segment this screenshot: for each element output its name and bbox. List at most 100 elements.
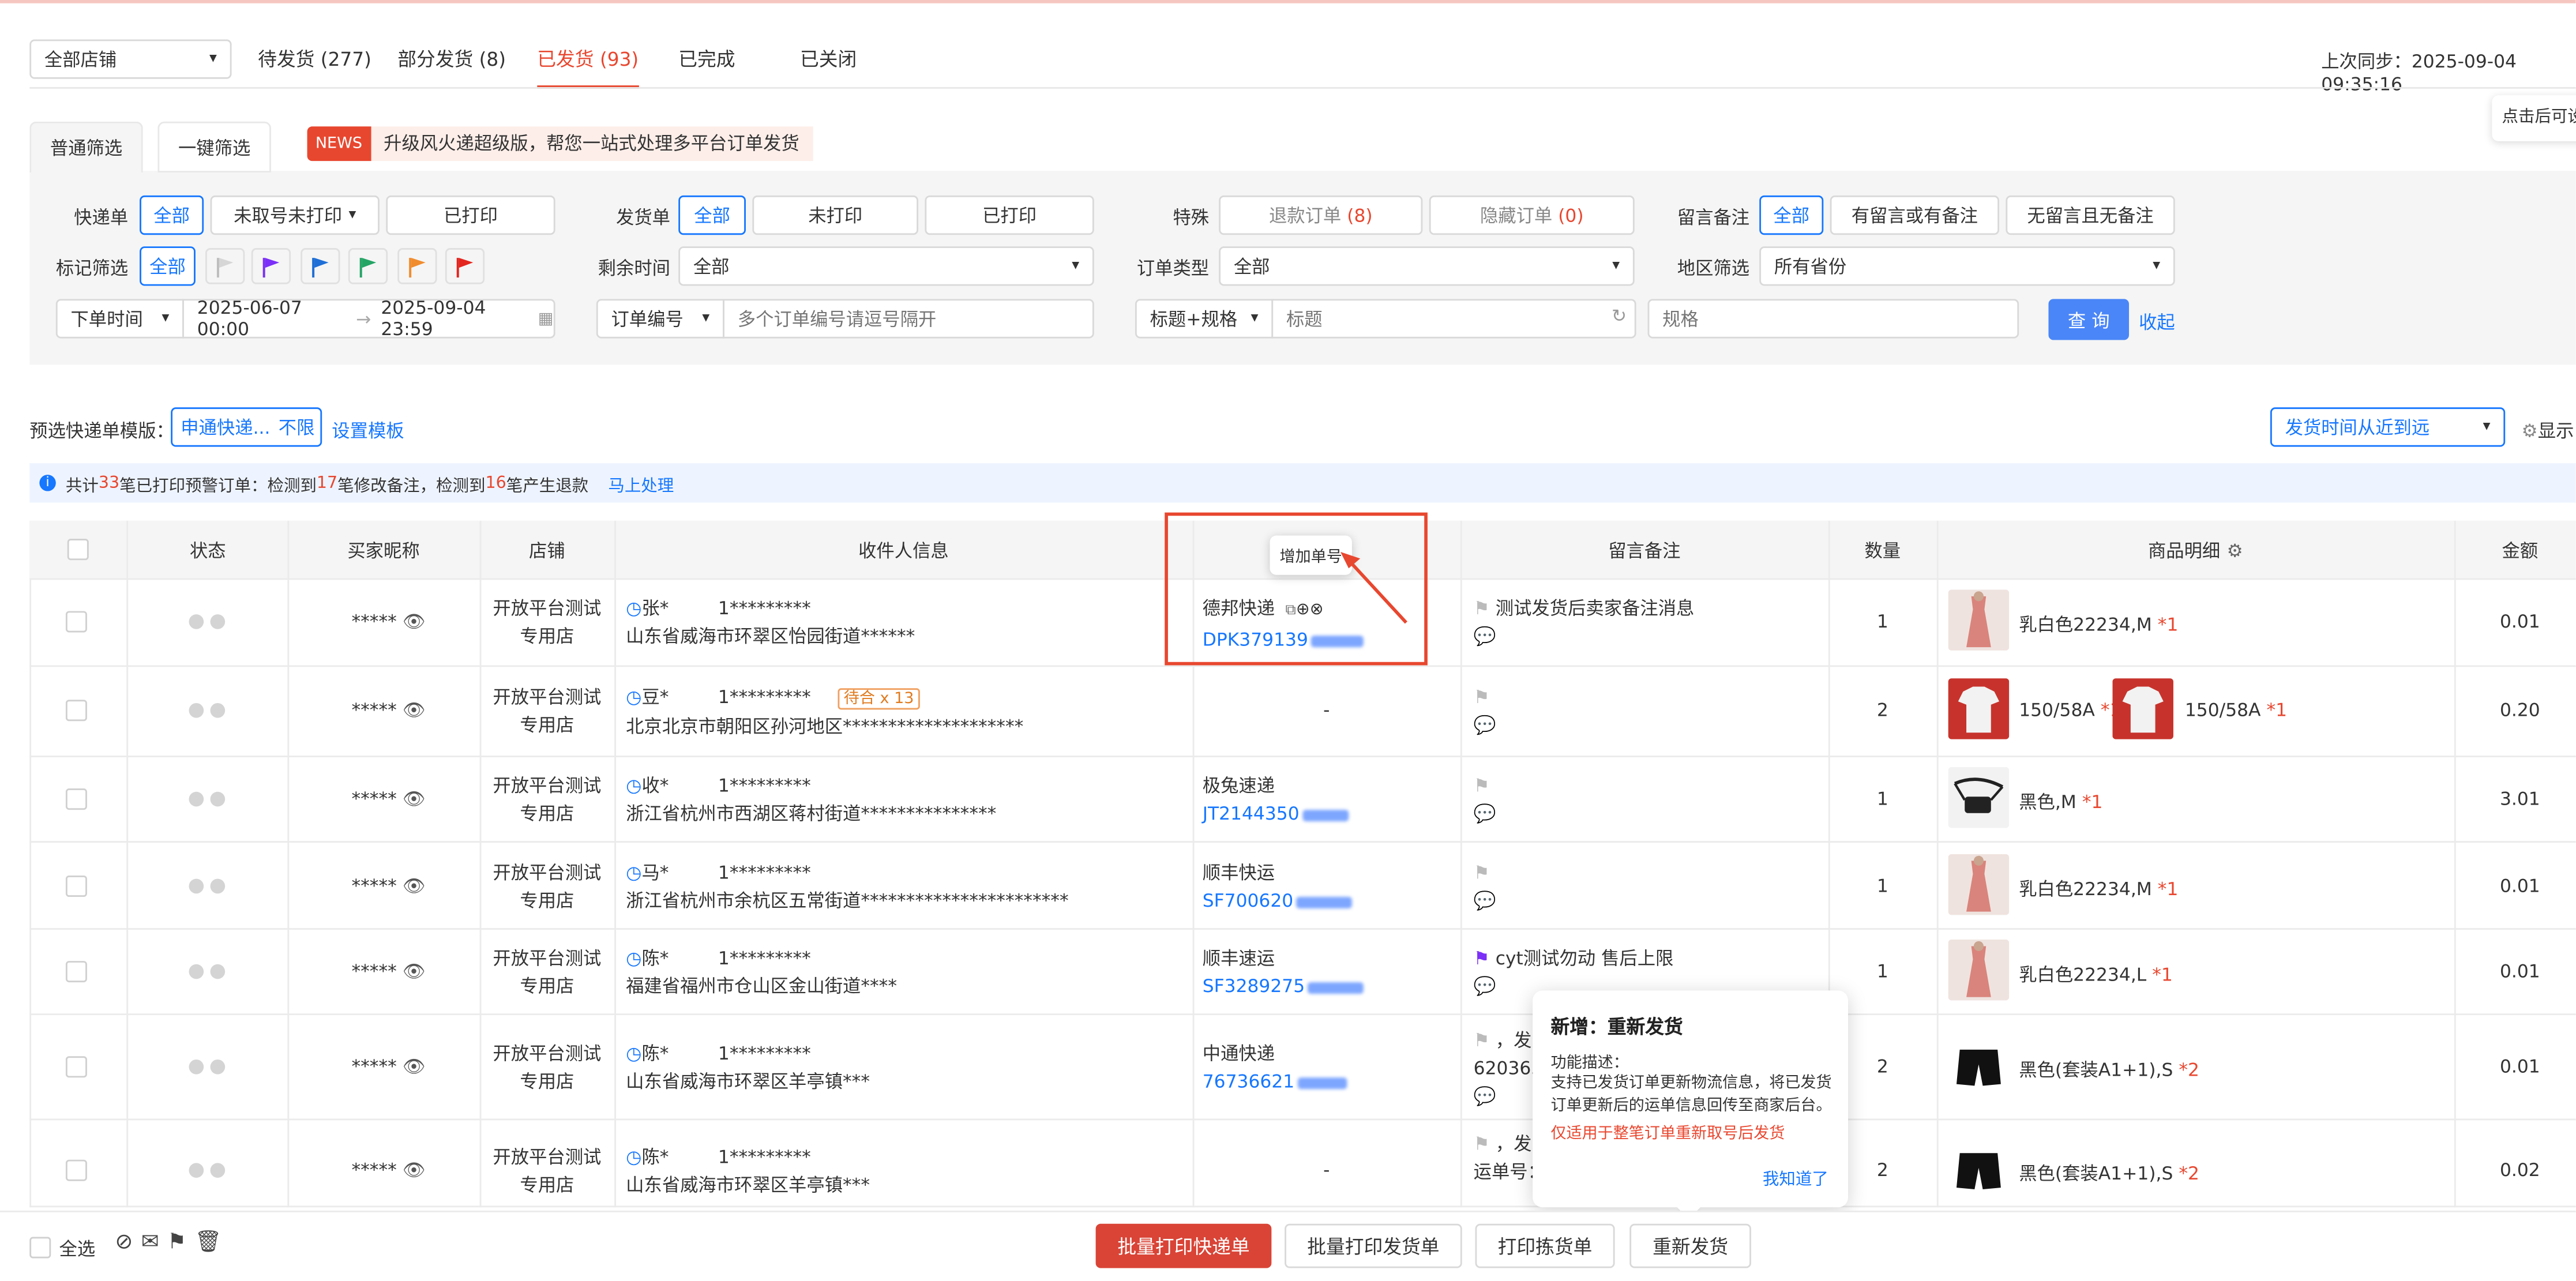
resend-button[interactable]: 重新发货: [1629, 1223, 1751, 1268]
collapse-link[interactable]: 收起: [2139, 309, 2175, 335]
title-input[interactable]: [1271, 299, 1636, 339]
news-banner[interactable]: NEWS 升级风火递超级版，帮您一站式处理多平台订单发货: [307, 126, 813, 161]
store-select[interactable]: 全部店铺 ▾: [29, 39, 232, 79]
product-thumbnail[interactable]: [1948, 678, 2010, 739]
recipient-phone: 1*********: [718, 598, 811, 619]
hidden-orders-button[interactable]: 隐藏订单 (0): [1429, 195, 1635, 235]
comment-icon[interactable]: 💬: [1474, 800, 1496, 828]
flag-icon[interactable]: ⚑: [1474, 598, 1490, 619]
select-all-checkbox[interactable]: [29, 1237, 51, 1259]
recipient-phone: 1*********: [718, 1043, 811, 1065]
batch-print-express-button[interactable]: 批量打印快递单: [1095, 1223, 1272, 1268]
remark-has-button[interactable]: 有留言或有备注: [1830, 195, 2000, 235]
flag-icon[interactable]: ⚑: [1474, 948, 1490, 969]
eye-icon[interactable]: 👁: [403, 611, 426, 632]
trash-icon[interactable]: 🗑: [194, 1230, 230, 1255]
express-unprinted-select[interactable]: 未取号未打印 ▾: [210, 195, 380, 235]
batch-print-ship-button[interactable]: 批量打印发货单: [1285, 1223, 1462, 1268]
ship-unprinted-button[interactable]: 未打印: [752, 195, 919, 235]
order-no-input[interactable]: [723, 299, 1094, 339]
mail-icon[interactable]: ✉: [141, 1230, 167, 1255]
merge-tag[interactable]: 待合 x 13: [837, 688, 921, 710]
flag-icon[interactable]: ⚑: [1474, 859, 1496, 887]
order-no-type-select[interactable]: 订单编号 ▾: [596, 299, 724, 339]
row-checkbox[interactable]: [65, 700, 87, 722]
header-checkbox[interactable]: [67, 539, 89, 561]
buyer-nick: ***** 👁: [351, 961, 425, 982]
tracking-number[interactable]: SF700620: [1203, 891, 1294, 912]
flag-icon[interactable]: ⚑: [1474, 1133, 1490, 1155]
flag-icon[interactable]: ⚑: [167, 1230, 194, 1255]
eye-icon[interactable]: 👁: [403, 1160, 426, 1181]
eye-icon[interactable]: 👁: [403, 1056, 426, 1077]
product-thumbnail[interactable]: [1948, 940, 2010, 1001]
flag-icon[interactable]: ⚑: [1474, 772, 1496, 800]
row-checkbox[interactable]: [65, 1159, 87, 1181]
flag-icon[interactable]: ⚑: [1474, 683, 1496, 711]
eye-icon[interactable]: 👁: [403, 961, 426, 982]
eye-icon[interactable]: 👁: [403, 700, 426, 721]
row-checkbox[interactable]: [65, 875, 87, 897]
tab-normal-filter[interactable]: 普通筛选: [29, 121, 143, 173]
refund-orders-button[interactable]: 退款订单 (8): [1219, 195, 1423, 235]
remain-select[interactable]: 全部 ▾: [678, 246, 1094, 286]
row-checkbox[interactable]: [65, 961, 87, 983]
popover-ok-link[interactable]: 我知道了: [1763, 1164, 1828, 1189]
flag-red-button[interactable]: [445, 248, 485, 284]
flag-gray-button[interactable]: [205, 248, 245, 284]
tab-shipped[interactable]: 已发货 (93): [537, 46, 639, 89]
product-thumbnail[interactable]: [1948, 1138, 2010, 1200]
hide-icon[interactable]: ⊘: [115, 1230, 141, 1255]
tracking-number[interactable]: SF3289275: [1203, 976, 1305, 997]
ship-printed-button[interactable]: 已打印: [925, 195, 1094, 235]
query-button[interactable]: 查 询: [2048, 299, 2130, 340]
comment-icon[interactable]: 💬: [1474, 622, 1695, 650]
time-type-select[interactable]: 下单时间 ▾: [55, 299, 184, 339]
flag-orange-button[interactable]: [397, 248, 437, 284]
product-thumbnail[interactable]: [1948, 589, 2010, 651]
row-checkbox[interactable]: [65, 611, 87, 633]
shop-name: 开放平台测试 专用店: [480, 683, 615, 739]
product-thumbnail[interactable]: [1948, 854, 2010, 915]
ship-all-button[interactable]: 全部: [678, 195, 746, 235]
tracking-number[interactable]: 76736621: [1203, 1071, 1294, 1092]
mark-all-button[interactable]: 全部: [140, 246, 196, 286]
print-picking-button[interactable]: 打印拣货单: [1475, 1223, 1615, 1268]
remark-all-button[interactable]: 全部: [1759, 195, 1824, 235]
eye-icon[interactable]: 👁: [403, 876, 426, 897]
template-select[interactable]: 申通快递... 不限: [171, 407, 322, 447]
region-select[interactable]: 所有省份 ▾: [1759, 246, 2175, 286]
handle-now-link[interactable]: 马上处理: [608, 471, 674, 495]
flag-icon[interactable]: ⚑: [1474, 1030, 1490, 1051]
refresh-icon[interactable]: ↻: [1612, 306, 1627, 327]
comment-icon[interactable]: 💬: [1474, 887, 1496, 915]
title-spec-select[interactable]: 标题+规格 ▾: [1135, 299, 1274, 339]
comment-icon[interactable]: 💬: [1474, 711, 1496, 739]
eye-icon[interactable]: 👁: [403, 788, 426, 810]
express-printed-button[interactable]: 已打印: [386, 195, 555, 235]
gear-icon[interactable]: ⚙: [2227, 540, 2243, 561]
flag-purple-button[interactable]: [251, 248, 291, 284]
row-checkbox[interactable]: [65, 1056, 87, 1078]
order-type-select[interactable]: 全部 ▾: [1219, 246, 1635, 286]
date-range-picker[interactable]: 2025-06-07 00:00 → 2025-09-04 23:59 ▦: [182, 297, 555, 340]
row-checkbox[interactable]: [65, 788, 87, 810]
sort-select[interactable]: 发货时间从近到远 ▾: [2270, 407, 2506, 447]
tracking-number[interactable]: JT2144350: [1203, 803, 1300, 825]
spec-input[interactable]: [1647, 299, 2019, 339]
flag-blue-button[interactable]: [301, 248, 340, 284]
remark-none-button[interactable]: 无留言且无备注: [2006, 195, 2175, 235]
tab-partial[interactable]: 部分发货 (8): [397, 46, 506, 73]
product-thumbnail[interactable]: [1948, 1035, 2010, 1096]
tab-closed[interactable]: 已关闭: [800, 46, 857, 73]
recipient-info: ◷收* 1********* 浙江省杭州市西湖区蒋村街道*************…: [626, 772, 996, 828]
display-setting[interactable]: ⚙显示: [2522, 417, 2574, 444]
product-thumbnail[interactable]: [2112, 678, 2173, 739]
flag-green-button[interactable]: [348, 248, 388, 284]
tab-completed[interactable]: 已完成: [678, 46, 735, 73]
tab-pending[interactable]: 待发货 (277): [258, 46, 371, 73]
product-thumbnail[interactable]: [1948, 767, 2010, 828]
set-template-link[interactable]: 设置模板: [332, 417, 404, 444]
express-all-button[interactable]: 全部: [140, 195, 204, 235]
tab-quick-filter[interactable]: 一键筛选: [157, 121, 271, 173]
